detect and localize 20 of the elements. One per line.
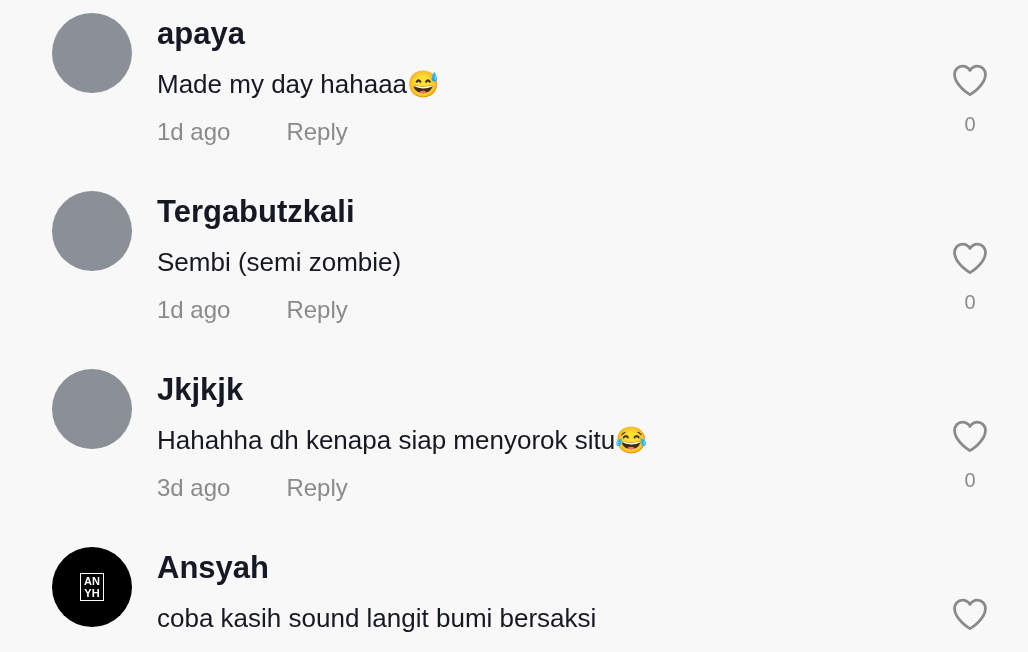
like-count: 0 [964, 468, 976, 493]
timestamp: 1d ago [157, 295, 231, 325]
heart-icon[interactable] [951, 597, 989, 631]
comment-text: Made my day hahaaa😅 [157, 68, 441, 101]
timestamp: 1d ago [157, 117, 231, 147]
timestamp: 3d ago [157, 473, 231, 503]
heart-icon[interactable] [951, 63, 989, 97]
username[interactable]: Jkjkjk [157, 371, 950, 409]
heart-icon[interactable] [951, 241, 989, 275]
username[interactable]: Ansyah [157, 549, 950, 587]
comment-text: coba kasih sound langit bumi bersaksi [157, 602, 598, 635]
username[interactable]: Tergabutzkali [157, 193, 950, 231]
avatar-logo[interactable]: AN YH [52, 547, 132, 627]
username[interactable]: apaya [157, 15, 950, 53]
logo-mark: AN YH [80, 573, 104, 601]
comment-text: Hahahha dh kenapa siap menyorok situ😂 [157, 424, 649, 457]
like-count: 0 [964, 290, 976, 315]
heart-icon[interactable] [951, 419, 989, 453]
comment-text: Sembi (semi zombie) [157, 246, 403, 279]
like-count: 0 [964, 112, 976, 137]
